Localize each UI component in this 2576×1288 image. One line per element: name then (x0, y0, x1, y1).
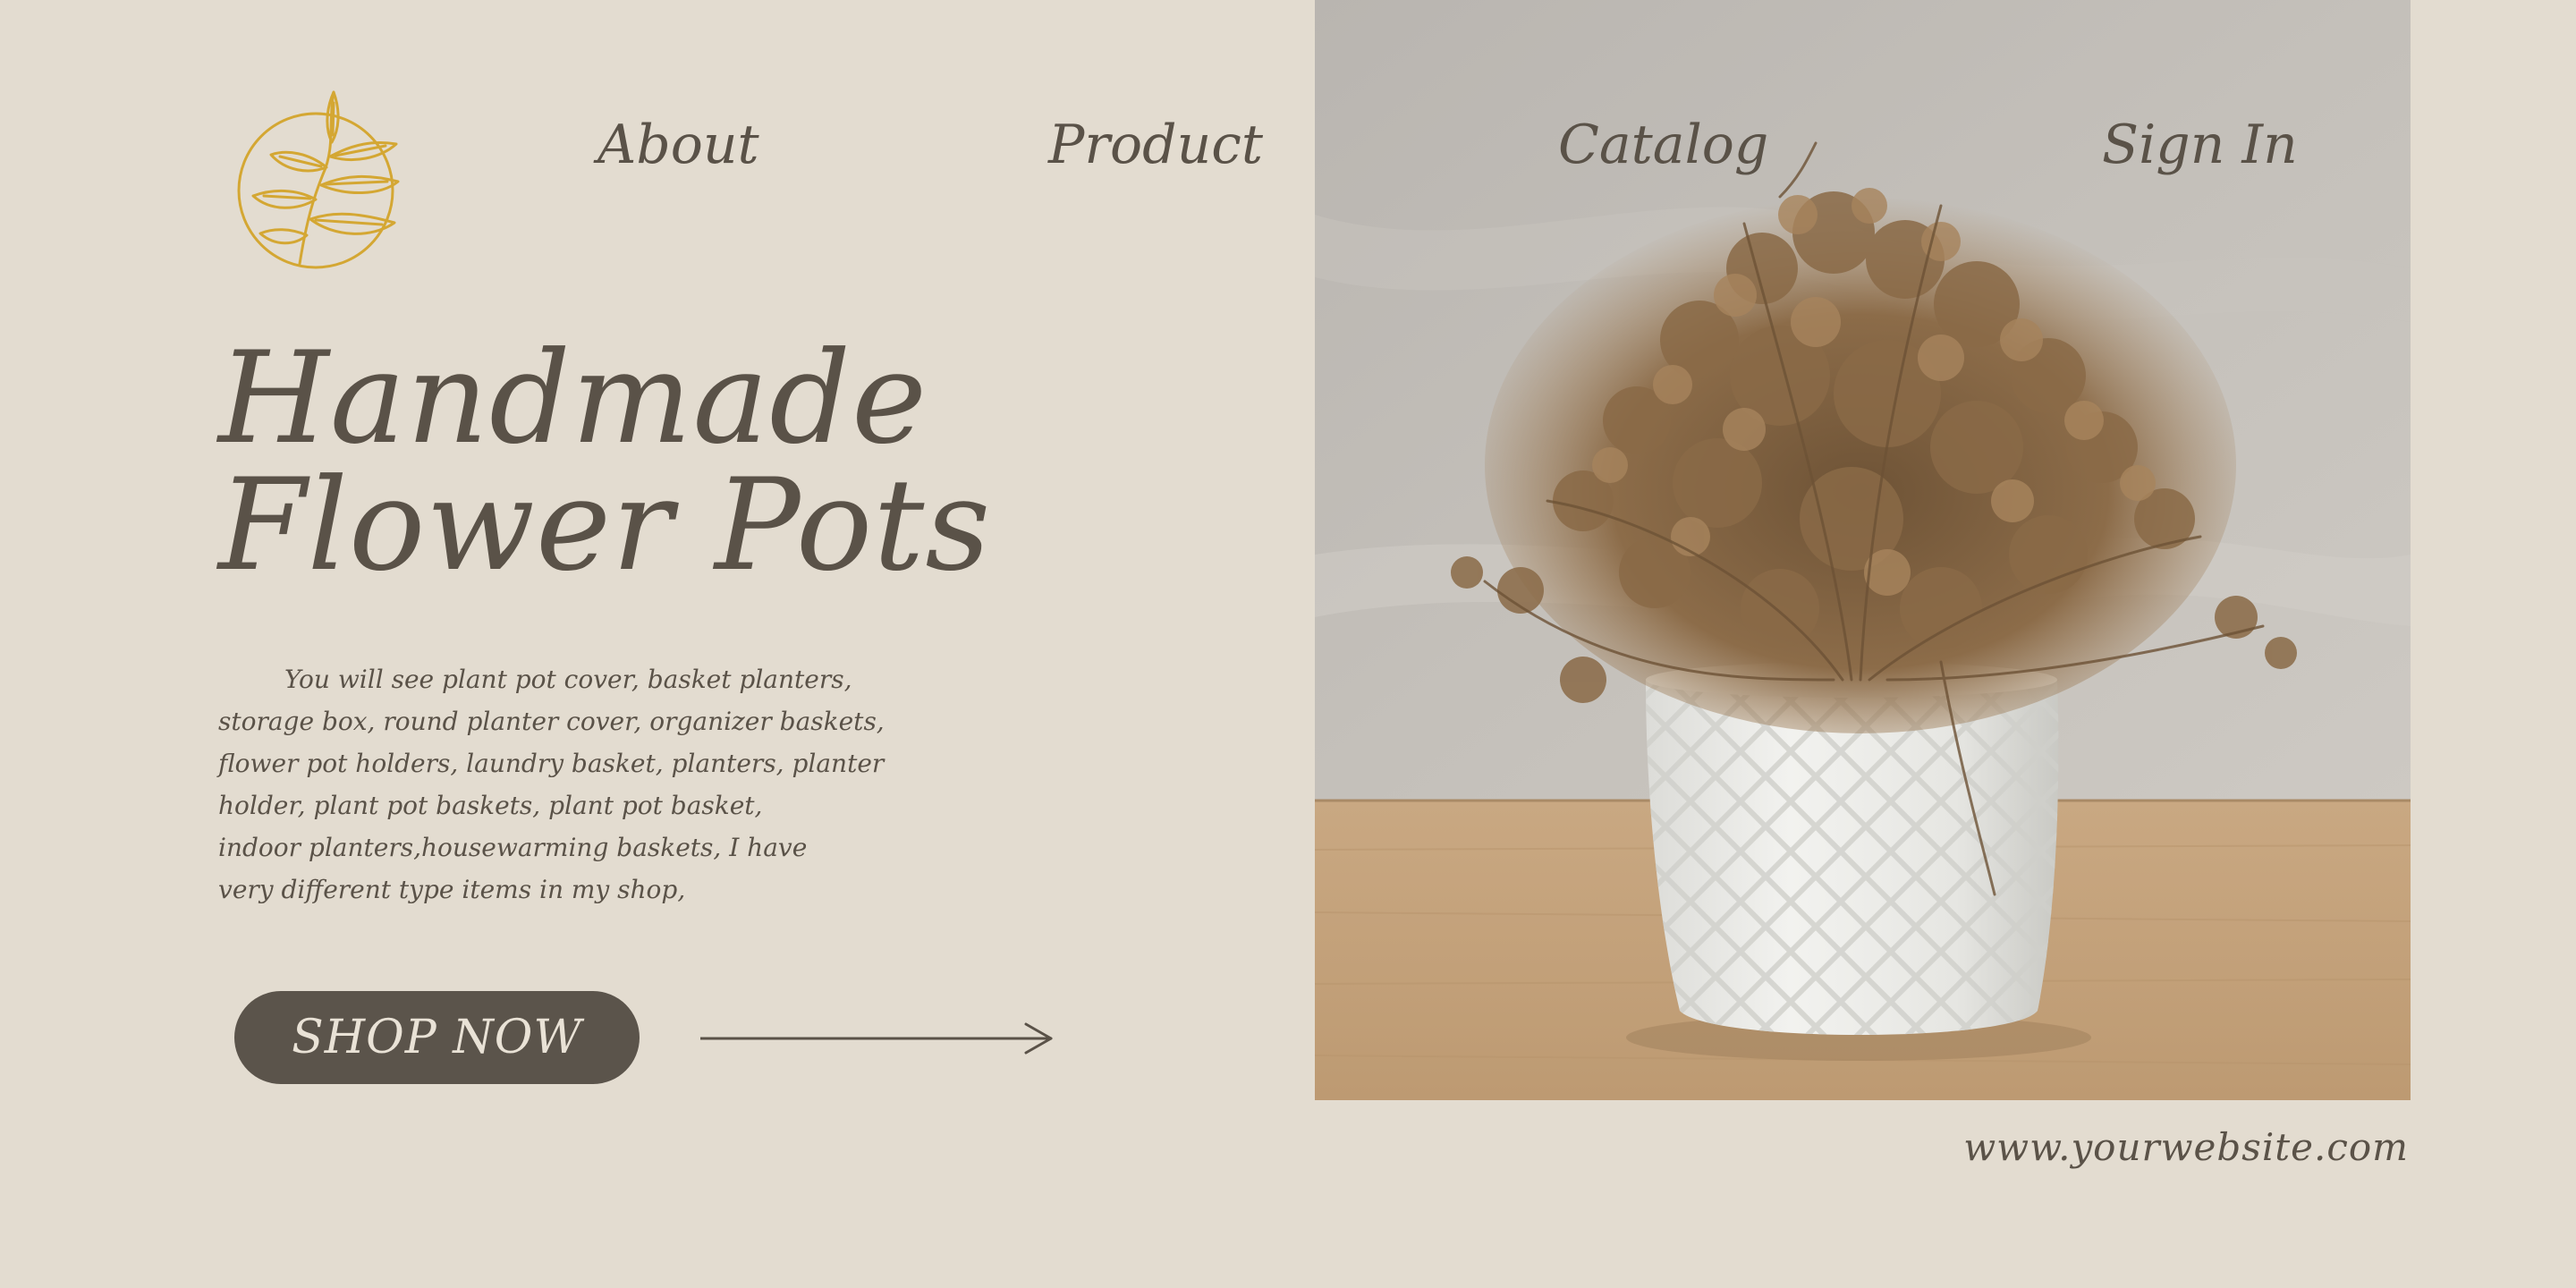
nav-sign-in-link[interactable]: Sign In (2102, 109, 2298, 181)
description-line: holder, plant pot baskets, plant pot bas… (218, 791, 763, 820)
landing-page: About Product Catalog Sign In Handmade F… (0, 0, 2576, 1288)
website-url[interactable]: www.yourwebsite.com (1963, 1121, 2409, 1174)
brand-logo[interactable] (228, 85, 407, 277)
hero-title-line: Handmade (218, 325, 928, 472)
description-line: You will see plant pot cover, basket pla… (284, 665, 852, 694)
nav-product-link[interactable]: Product (1048, 109, 1263, 181)
hero-description: You will see plant pot cover, basket pla… (218, 658, 916, 911)
description-line: storage box, round planter cover, organi… (218, 707, 885, 736)
shop-now-button[interactable]: SHOP NOW (234, 991, 640, 1084)
description-line: very different type items in my shop, (218, 875, 686, 904)
leaf-branch-logo-icon (237, 90, 400, 269)
hero-title-line: Flower Pots (218, 452, 992, 599)
nav-about-link[interactable]: About (597, 109, 759, 181)
description-line: flower pot holders, laundry basket, plan… (218, 749, 885, 778)
arrow-right-icon[interactable] (699, 1021, 1055, 1056)
description-line: indoor planters,housewarming baskets, I … (218, 833, 808, 862)
hero-title: Handmade Flower Pots (218, 335, 1023, 589)
nav-catalog-link[interactable]: Catalog (1558, 109, 1768, 181)
